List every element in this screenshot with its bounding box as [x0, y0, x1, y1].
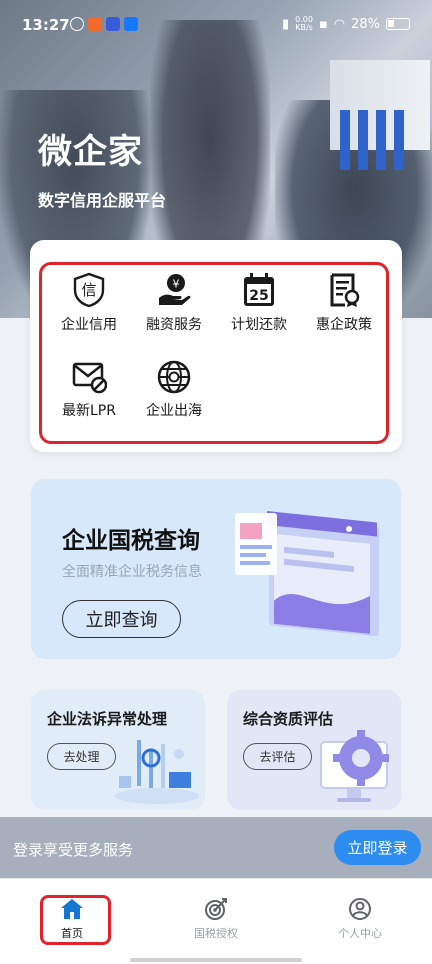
bottom-nav: 首页 国税授权 个人中心 — [0, 878, 432, 964]
service-enterprise-credit[interactable]: 信 企业信用 — [49, 272, 129, 334]
tax-report-illustration-icon — [235, 510, 379, 636]
nav-label: 首页 — [61, 927, 83, 940]
globe-icon — [157, 360, 191, 394]
target-icon — [205, 898, 227, 920]
login-prompt-text: 登录享受更多服务 — [13, 841, 134, 859]
leaf-app-icon — [70, 17, 84, 31]
alipay-app-icon — [124, 17, 138, 31]
service-label: 惠企政策 — [316, 317, 372, 333]
login-button[interactable]: 立即登录 — [334, 830, 421, 865]
policy-doc-icon — [330, 273, 360, 307]
calendar-25-icon: 25 — [244, 273, 274, 306]
tax-query-banner[interactable]: 企业国税查询 全面精准企业税务信息 立即查询 — [31, 479, 401, 659]
service-latest-lpr[interactable]: 最新LPR — [49, 360, 129, 420]
home-icon — [61, 899, 83, 919]
hero-subtitle: 数字信用企服平台 — [38, 191, 167, 210]
notification-icons — [70, 17, 138, 31]
qualification-card[interactable]: 综合资质评估 去评估 — [227, 690, 401, 810]
nav-personal-center[interactable]: 个人中心 — [315, 897, 405, 941]
wifi-icon: ◠ — [333, 16, 346, 32]
vibrate-icon: ▮ — [281, 16, 290, 32]
status-right: ▮ 0.00 KB/s ▪ ◠ 28% — [282, 16, 410, 32]
nav-tax-authorization[interactable]: 国税授权 — [171, 897, 261, 941]
nav-label: 个人中心 — [338, 927, 382, 940]
tax-banner-title: 企业国税查询 — [62, 528, 200, 554]
service-label: 计划还款 — [231, 317, 287, 333]
gear-monitor-illustration-icon — [320, 730, 389, 802]
litigation-card[interactable]: 企业法诉异常处理 去处理 — [31, 690, 205, 810]
sim-icon: ▪ — [318, 16, 328, 32]
orange-app-icon — [88, 17, 102, 31]
service-label: 融资服务 — [146, 317, 202, 333]
net-speed: 0.00 KB/s — [295, 15, 313, 32]
nav-home[interactable]: 首页 — [27, 897, 117, 941]
play-app-icon — [106, 17, 120, 31]
analysis-illustration-icon — [115, 740, 199, 804]
service-repayment-plan[interactable]: 25 计划还款 — [219, 272, 299, 334]
litigation-card-title: 企业法诉异常处理 — [47, 710, 168, 728]
battery-percent: 28% — [351, 16, 380, 32]
service-policy[interactable]: 惠企政策 — [304, 272, 384, 334]
tax-banner-subtitle: 全面精准企业税务信息 — [62, 564, 202, 580]
battery-icon — [386, 18, 410, 30]
service-label: 企业出海 — [146, 403, 202, 419]
service-going-global[interactable]: 企业出海 — [134, 360, 214, 420]
user-icon — [349, 898, 371, 920]
evaluate-button[interactable]: 去评估 — [243, 743, 312, 770]
handle-button[interactable]: 去处理 — [47, 743, 116, 770]
status-bar: 13:27 ▮ 0.00 KB/s ▪ ◠ 28% — [0, 0, 432, 52]
service-label: 最新LPR — [62, 403, 116, 419]
service-label: 企业信用 — [61, 317, 117, 333]
status-time: 13:27 — [22, 16, 70, 34]
hand-yuan-icon: ¥ — [159, 274, 191, 305]
service-financing[interactable]: ¥ 融资服务 — [134, 272, 214, 334]
gesture-home-indicator[interactable] — [130, 958, 302, 962]
shield-credit-icon: 信 — [73, 272, 105, 308]
login-prompt-bar: 登录享受更多服务 立即登录 — [0, 817, 432, 878]
hero-photo-shelf — [330, 60, 430, 170]
nav-label: 国税授权 — [194, 927, 238, 940]
svg-text:¥: ¥ — [173, 278, 180, 291]
svg-text:25: 25 — [249, 288, 268, 304]
svg-text:信: 信 — [81, 281, 96, 299]
tax-query-button[interactable]: 立即查询 — [62, 600, 181, 638]
hero-title: 微企家 — [38, 132, 143, 172]
mail-blocked-icon — [72, 362, 107, 394]
